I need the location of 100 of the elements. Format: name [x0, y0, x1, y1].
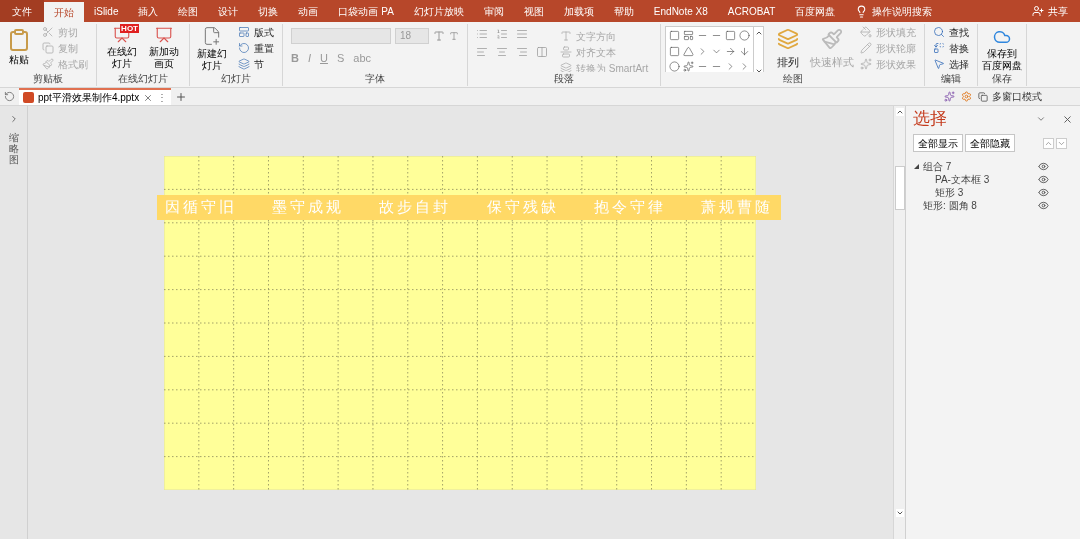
group-label: 剪贴板 [32, 72, 64, 86]
shape-icon[interactable] [683, 45, 695, 59]
section-icon [238, 58, 250, 70]
eye-icon[interactable] [1038, 187, 1049, 198]
scroll-up-icon[interactable] [754, 29, 763, 37]
close-icon[interactable] [143, 92, 154, 103]
copy-icon [42, 42, 54, 54]
document-title: ppt平滑效果制作4.pptx [38, 91, 140, 105]
scrollbar-thumb[interactable] [894, 165, 905, 210]
layer-item[interactable]: PA-文本框 3 [913, 173, 1073, 186]
menu-tab[interactable]: 视图 [513, 0, 554, 22]
grow-font-icon [433, 30, 445, 42]
pane-label[interactable]: 缩略图 [8, 132, 19, 165]
document-tab[interactable]: ppt平滑效果制作4.pptx ⋮ [19, 88, 172, 105]
ribbon-button[interactable]: 重置 [234, 40, 278, 56]
align-left-icon [476, 46, 488, 58]
menu-tab[interactable]: 开始 [44, 2, 84, 22]
group-label: 幻灯片 [220, 72, 252, 86]
numbering-icon [496, 28, 508, 40]
clipboard-icon [7, 28, 31, 52]
ribbon-large-button[interactable]: 新加动画页 [147, 24, 181, 70]
ribbon-button[interactable]: 替换 [929, 40, 974, 56]
quick-styles-icon [821, 28, 844, 50]
banner-text: 萧规曹随 [700, 197, 773, 218]
format-button[interactable]: I [307, 50, 311, 67]
menu-tab[interactable]: 口袋动画 PA [328, 0, 404, 22]
banner-text: 抱令守律 [593, 197, 666, 218]
scroll-up-icon[interactable] [895, 108, 904, 116]
layer-item[interactable]: 矩形: 圆角 8 [913, 199, 1073, 212]
sparkle-icon[interactable] [941, 88, 958, 105]
menu-tab[interactable]: 动画 [288, 0, 329, 22]
shape-icon[interactable] [669, 45, 681, 59]
ribbon-button[interactable]: 版式 [234, 24, 278, 40]
share-button[interactable]: 共享 [1048, 0, 1080, 22]
menu-tab[interactable]: 设计 [208, 0, 249, 22]
menu-tab[interactable]: 插入 [128, 0, 169, 22]
show-all-button[interactable]: 全部显示 [913, 134, 963, 152]
save-to-cloud-label[interactable]: 百度网盘 [982, 60, 1023, 72]
menu-tab[interactable]: 百度网盘 [785, 0, 846, 22]
collapse-icon[interactable] [914, 164, 919, 169]
reset-icon [238, 42, 250, 54]
group-label: 编辑 [940, 72, 963, 86]
pencil-icon [860, 42, 873, 54]
menu-tab[interactable]: EndNote X8 [643, 0, 718, 22]
shape-icon[interactable] [683, 30, 695, 43]
menu-tab[interactable]: 加载项 [553, 0, 604, 22]
group-label: 在线幻灯片 [117, 72, 169, 86]
tell-me-field[interactable]: 操作说明搜索 [872, 0, 933, 22]
format-button[interactable]: abc [353, 50, 372, 67]
more-button[interactable]: ⋮ [157, 90, 168, 105]
ribbon-large-button[interactable]: 排列 [768, 24, 809, 72]
banner-text: 墨守成规 [272, 197, 345, 218]
paste-button[interactable]: 粘贴 [4, 24, 34, 72]
close-icon[interactable] [1062, 113, 1073, 125]
ribbon-button[interactable]: 节 [234, 56, 278, 72]
hide-all-button[interactable]: 全部隐藏 [965, 134, 1015, 152]
ribbon-large-button[interactable]: HOT 在线幻灯片 [105, 24, 139, 70]
replace-icon [933, 42, 946, 54]
align-center-icon [496, 46, 508, 58]
font-name-field[interactable] [291, 28, 391, 44]
format-button[interactable]: U [320, 50, 328, 67]
menu-tab[interactable]: iSlide [84, 0, 129, 22]
group-label: 绘图 [781, 72, 804, 86]
scroll-down-icon[interactable] [754, 67, 763, 72]
banner-text: 故步自封 [379, 197, 452, 218]
effects-icon [860, 58, 873, 70]
smartart-icon [560, 62, 572, 72]
menu-tab[interactable]: ACROBAT [717, 0, 786, 22]
cloud-icon[interactable] [993, 28, 1012, 46]
shape-icon[interactable] [669, 30, 681, 43]
new-slide-button[interactable]: 新建幻灯片 [194, 24, 230, 72]
eye-icon[interactable] [1038, 200, 1049, 211]
columns-icon [536, 46, 548, 58]
shape-icon[interactable] [725, 30, 737, 43]
group-label: 段落 [553, 72, 576, 86]
menu-tab[interactable]: 绘图 [168, 0, 209, 22]
move-down-icon[interactable] [1056, 137, 1067, 149]
ribbon-button[interactable]: 查找 [929, 24, 974, 40]
group-label: 保存 [991, 72, 1014, 86]
menu-tab[interactable]: 审阅 [473, 0, 514, 22]
multi-window-button[interactable]: 多窗口模式 [992, 88, 1080, 105]
shape-icon[interactable] [683, 61, 695, 72]
eye-icon[interactable] [1038, 161, 1049, 172]
shape-icon[interactable] [669, 61, 681, 72]
scroll-down-icon[interactable] [895, 509, 904, 517]
save-to-cloud-label[interactable]: 保存到 [987, 48, 1018, 60]
layout-icon [238, 26, 250, 38]
file-menu-button[interactable]: 文件 [0, 0, 44, 22]
menu-tab[interactable]: 幻灯片放映 [403, 0, 474, 22]
eye-icon[interactable] [1038, 174, 1049, 185]
dropdown-icon[interactable] [1036, 114, 1046, 124]
move-up-icon[interactable] [1043, 137, 1054, 149]
line-spacing-icon [516, 28, 528, 40]
layer-item[interactable]: 矩形 3 [913, 186, 1073, 199]
layer-item[interactable]: 组合 7 [913, 160, 1073, 173]
align-right-icon [516, 46, 528, 58]
menu-tab[interactable]: 帮助 [603, 0, 644, 22]
menu-tab[interactable]: 切换 [248, 0, 289, 22]
ribbon-button[interactable]: 选择 [929, 56, 974, 72]
paintbrush-icon [42, 58, 54, 70]
